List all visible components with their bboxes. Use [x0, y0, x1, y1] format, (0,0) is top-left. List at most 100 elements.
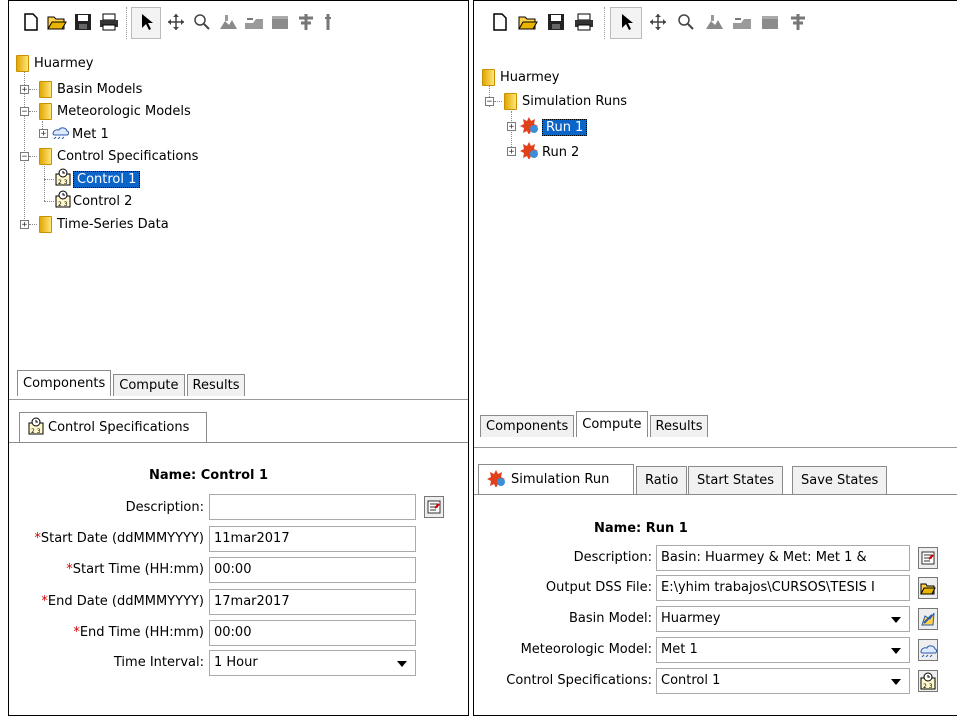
- tab-start-states[interactable]: Start States: [688, 466, 784, 494]
- expand-icon[interactable]: +: [507, 122, 516, 132]
- new-file-icon[interactable]: [488, 9, 512, 35]
- add-junction-icon[interactable]: [294, 9, 318, 35]
- collapse-icon[interactable]: −: [485, 97, 494, 107]
- print-icon[interactable]: [572, 9, 596, 35]
- description-edit-button[interactable]: [918, 547, 938, 569]
- description-field[interactable]: Basin: Huarmey & Met: Met 1 &: [656, 545, 910, 571]
- tree-item-run-2[interactable]: Run 2: [520, 142, 579, 162]
- add-subbasin-icon[interactable]: [702, 9, 726, 35]
- tab-results[interactable]: Results: [186, 374, 246, 396]
- print-icon[interactable]: [97, 9, 121, 35]
- folder-icon: [39, 147, 52, 165]
- expand-icon[interactable]: +: [20, 220, 29, 230]
- toolbar-separator: [604, 7, 606, 39]
- tab-components[interactable]: Components: [17, 370, 112, 396]
- zoom-icon[interactable]: [190, 9, 214, 35]
- tree-item-control-1[interactable]: 2 3 Control 1: [55, 168, 141, 189]
- arrow-select-icon[interactable]: [614, 9, 638, 35]
- tree-item-time-series-data[interactable]: Time-Series Data: [39, 214, 169, 234]
- add-reach-icon[interactable]: [242, 9, 266, 35]
- open-folder-icon[interactable]: [516, 9, 540, 35]
- chevron-down-icon: [397, 661, 407, 667]
- svg-text:2 3: 2 3: [923, 683, 933, 690]
- end-date-label: *End Date (ddMMMYYYY): [41, 594, 204, 609]
- start-time-label: *Start Time (HH:mm): [66, 562, 204, 577]
- tab-results[interactable]: Results: [649, 415, 709, 437]
- tree-root[interactable]: Huarmey: [16, 53, 93, 73]
- tree-item-met-1[interactable]: Met 1: [51, 124, 109, 144]
- chevron-down-icon: [891, 648, 901, 654]
- tree-root[interactable]: Huarmey: [482, 67, 559, 87]
- toolbar-separator: [126, 7, 128, 39]
- start-time-field[interactable]: 00:00: [209, 557, 416, 583]
- time-interval-select[interactable]: 1 Hour: [209, 650, 416, 676]
- property-panel: 2 3 Control Specifications Name: Control…: [9, 399, 468, 715]
- control-form: Name: Control 1 Description: *Start Date…: [9, 442, 468, 715]
- save-icon[interactable]: [71, 9, 95, 35]
- open-folder-icon[interactable]: [45, 9, 69, 35]
- compute-tree: Huarmey − Simulation Runs + Run 1 + Run …: [474, 65, 957, 365]
- simulation-run-icon: [520, 116, 540, 138]
- tab-compute[interactable]: Compute: [576, 411, 648, 437]
- tab-compute[interactable]: Compute: [113, 374, 185, 396]
- collapse-icon[interactable]: −: [20, 107, 29, 117]
- end-date-field[interactable]: 17mar2017: [209, 589, 416, 615]
- add-diversion-icon[interactable]: [316, 9, 340, 35]
- tab-control-specifications[interactable]: 2 3 Control Specifications: [19, 412, 207, 442]
- arrow-select-icon[interactable]: [134, 9, 158, 35]
- tree-item-control-specifications[interactable]: Control Specifications: [39, 146, 198, 166]
- chevron-down-icon: [891, 679, 901, 685]
- add-subbasin-icon[interactable]: [216, 9, 240, 35]
- toolbar: [474, 1, 957, 45]
- met-model-button[interactable]: [918, 639, 938, 661]
- tree-item-simulation-runs[interactable]: Simulation Runs: [504, 91, 627, 111]
- met-model-select[interactable]: Met 1: [656, 637, 910, 663]
- add-junction-icon[interactable]: [786, 9, 810, 35]
- move-icon[interactable]: [164, 9, 188, 35]
- control-spec-label: Control Specifications:: [506, 673, 652, 688]
- tree-item-run-1[interactable]: Run 1: [520, 116, 588, 138]
- move-icon[interactable]: [646, 9, 670, 35]
- met-model-icon: [51, 125, 69, 143]
- start-date-label: *Start Date (ddMMMYYYY): [34, 531, 204, 546]
- expand-icon[interactable]: +: [507, 147, 516, 157]
- add-reservoir-icon[interactable]: [268, 9, 292, 35]
- simulation-run-form: Name: Run 1 Description: Basin: Huarmey …: [474, 494, 957, 715]
- control-spec-icon: 2 3: [55, 190, 71, 212]
- collapse-icon[interactable]: −: [20, 152, 29, 162]
- tab-components[interactable]: Components: [480, 415, 575, 437]
- folder-icon: [39, 102, 52, 120]
- new-file-icon[interactable]: [19, 9, 43, 35]
- control-spec-button[interactable]: 2 3: [918, 670, 938, 692]
- save-icon[interactable]: [544, 9, 568, 35]
- zoom-icon[interactable]: [674, 9, 698, 35]
- start-date-field[interactable]: 11mar2017: [209, 526, 416, 552]
- basin-model-button[interactable]: [918, 608, 938, 630]
- tab-ratio[interactable]: Ratio: [636, 466, 688, 494]
- property-panel: Simulation Run Ratio Start States Save S…: [474, 447, 957, 715]
- description-label: Description:: [125, 500, 204, 515]
- end-time-label: *End Time (HH:mm): [73, 625, 204, 640]
- expand-icon[interactable]: +: [39, 129, 48, 139]
- chevron-down-icon: [891, 617, 901, 623]
- tree-item-meteorologic-models[interactable]: Meteorologic Models: [39, 101, 191, 121]
- output-dss-field[interactable]: E:\yhim trabajos\CURSOS\TESIS I: [656, 575, 910, 601]
- tree-item-basin-models[interactable]: Basin Models: [39, 79, 142, 99]
- right-panel: Huarmey − Simulation Runs + Run 1 + Run …: [473, 0, 957, 716]
- folder-icon: [39, 215, 52, 233]
- tab-simulation-run[interactable]: Simulation Run: [478, 464, 634, 494]
- add-reservoir-icon[interactable]: [758, 9, 782, 35]
- add-reach-icon[interactable]: [730, 9, 754, 35]
- description-field[interactable]: [209, 494, 416, 520]
- description-edit-button[interactable]: [424, 496, 444, 518]
- control-spec-select[interactable]: Control 1: [656, 668, 910, 694]
- tab-save-states[interactable]: Save States: [792, 466, 888, 494]
- expand-icon[interactable]: +: [20, 85, 29, 95]
- tree-item-control-2[interactable]: 2 3 Control 2: [55, 190, 132, 212]
- folder-icon: [504, 92, 517, 110]
- simulation-run-icon: [487, 469, 507, 491]
- basin-model-select[interactable]: Huarmey: [656, 606, 910, 632]
- end-time-field[interactable]: 00:00: [209, 620, 416, 646]
- toolbar: [9, 1, 468, 45]
- browse-file-button[interactable]: [918, 577, 938, 599]
